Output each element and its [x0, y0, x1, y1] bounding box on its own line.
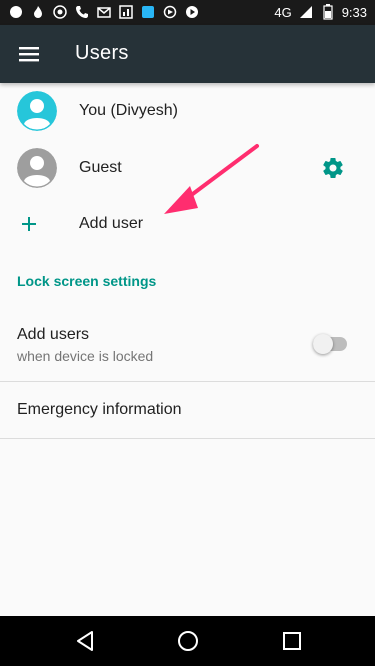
gear-icon[interactable]: [321, 156, 345, 180]
setting-subtitle: when device is locked: [17, 348, 154, 364]
setting-title: Add users: [17, 326, 90, 343]
battery-icon: [320, 4, 336, 20]
divider: [0, 438, 375, 439]
phone-icon: [74, 4, 90, 20]
network-type: 4G: [274, 4, 292, 20]
add-users-when-locked-setting[interactable]: Add users when device is locked: [0, 316, 375, 380]
navigation-bar: [0, 616, 375, 666]
clock: 9:33: [341, 4, 367, 20]
section-header-lock-screen: Lock screen settings: [17, 273, 157, 289]
notification-icon: [8, 4, 24, 20]
status-bar: 4G 9:33: [0, 0, 375, 25]
avatar: [17, 148, 57, 188]
emergency-information-item[interactable]: Emergency information: [0, 382, 375, 438]
video-icon: [162, 4, 178, 20]
user-name: Guest: [79, 159, 122, 176]
gmail-icon: [96, 4, 112, 20]
hamburger-menu-icon[interactable]: [18, 43, 40, 65]
add-users-toggle[interactable]: [313, 334, 347, 354]
emergency-label: Emergency information: [17, 401, 182, 418]
app-bar: Users: [0, 25, 375, 83]
fire-icon: [30, 4, 46, 20]
back-icon[interactable]: [73, 629, 97, 653]
system-icons: 4G 9:33: [274, 4, 367, 20]
toggle-thumb: [313, 334, 333, 354]
play-icon: [184, 4, 200, 20]
avatar: [17, 91, 57, 131]
signal-icon: [298, 4, 314, 20]
add-user-button[interactable]: Add user: [0, 196, 375, 252]
user-row-guest[interactable]: Guest: [0, 140, 375, 196]
whatsapp-icon: [52, 4, 68, 20]
ifh-app-icon: [140, 4, 156, 20]
home-icon[interactable]: [176, 629, 200, 653]
plus-icon: [20, 215, 38, 233]
user-row-owner[interactable]: You (Divyesh): [0, 83, 375, 139]
add-user-label: Add user: [79, 215, 144, 232]
page-title: Users: [75, 42, 129, 64]
user-name: You (Divyesh): [79, 102, 179, 119]
notification-icons: [8, 4, 200, 20]
recents-icon[interactable]: [280, 629, 304, 653]
chart-icon: [118, 4, 134, 20]
